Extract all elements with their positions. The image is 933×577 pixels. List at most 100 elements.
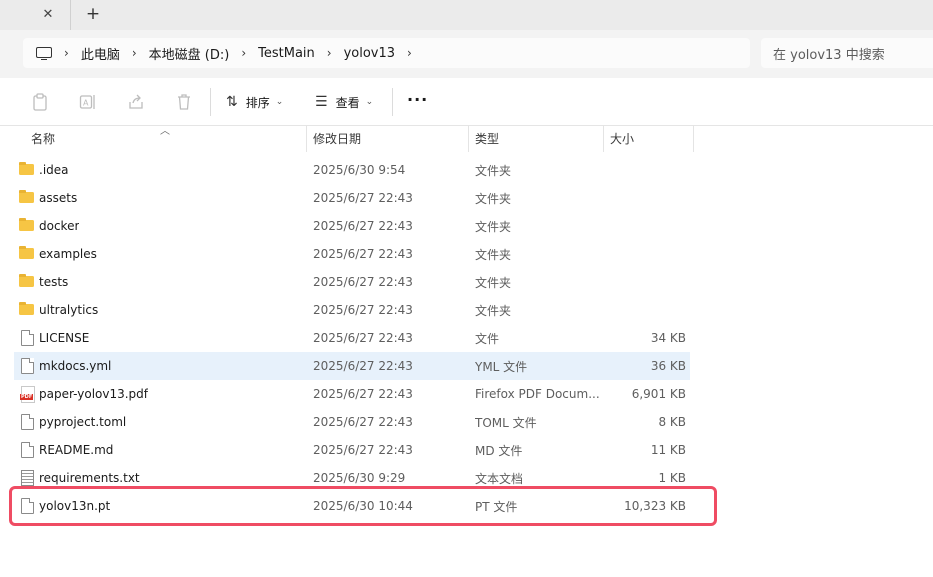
sort-button[interactable]: ⇅ 排序 ⌄ xyxy=(226,90,283,114)
file-modified: 2025/6/30 9:54 xyxy=(313,163,406,177)
chevron-right-icon[interactable]: › xyxy=(407,46,412,60)
address-row: › 此电脑 › 本地磁盘 (D:) › TestMain › yolov13 ›… xyxy=(0,30,933,78)
sort-arrows-icon: ⇅ xyxy=(226,94,238,110)
search-input[interactable]: 在 yolov13 中搜索 xyxy=(761,38,933,68)
file-size xyxy=(604,240,686,268)
chevron-right-icon[interactable]: › xyxy=(327,46,332,60)
file-size: 8 KB xyxy=(658,415,686,429)
breadcrumb-testmain[interactable]: TestMain xyxy=(258,46,315,61)
column-name[interactable]: 名称 xyxy=(31,125,55,152)
file-icon xyxy=(19,414,35,430)
column-type[interactable]: 类型 xyxy=(475,125,499,152)
file-name: paper-yolov13.pdf xyxy=(39,387,149,401)
folder-icon xyxy=(19,302,35,318)
column-divider[interactable] xyxy=(468,125,469,152)
share-icon[interactable] xyxy=(126,92,146,112)
folder-icon xyxy=(19,190,35,206)
file-type: Firefox PDF Docum... xyxy=(475,387,600,401)
file-size xyxy=(604,296,686,324)
file-type: 文件夹 xyxy=(475,219,512,234)
file-size: 36 KB xyxy=(650,359,686,373)
file-name: README.md xyxy=(39,443,114,457)
view-label: 查看 xyxy=(335,95,360,110)
file-type: 文件夹 xyxy=(475,303,512,318)
file-row[interactable]: assets 2025/6/27 22:43 文件夹 xyxy=(14,184,690,212)
file-row[interactable]: paper-yolov13.pdf 2025/6/27 22:43 Firefox … xyxy=(14,380,690,408)
file-row[interactable]: ultralytics 2025/6/27 22:43 文件夹 xyxy=(14,296,690,324)
file-type: 文件夹 xyxy=(475,191,512,206)
file-row[interactable]: docker 2025/6/27 22:43 文件夹 xyxy=(14,212,690,240)
breadcrumb-this-pc[interactable]: 此电脑 xyxy=(81,44,120,63)
delete-icon[interactable] xyxy=(174,92,194,112)
paste-icon[interactable] xyxy=(30,92,50,112)
chevron-right-icon[interactable]: › xyxy=(64,46,69,60)
file-row[interactable]: pyproject.toml 2025/6/27 22:43 TOML 文件 8 KB xyxy=(14,408,690,436)
column-divider[interactable] xyxy=(603,125,604,152)
file-type: 文件 xyxy=(475,331,500,346)
chevron-right-icon[interactable]: › xyxy=(241,46,246,60)
file-icon xyxy=(19,358,35,374)
toolbar-divider xyxy=(392,88,393,116)
column-size[interactable]: 大小 xyxy=(610,125,634,152)
rename-icon[interactable]: A xyxy=(78,92,98,112)
new-tab-button[interactable]: + xyxy=(81,2,105,26)
column-divider[interactable] xyxy=(693,125,694,152)
file-row[interactable]: LICENSE 2025/6/27 22:43 文件 34 KB xyxy=(14,324,690,352)
close-tab-icon[interactable]: ✕ xyxy=(36,3,60,25)
file-size xyxy=(604,268,686,296)
file-modified: 2025/6/27 22:43 xyxy=(313,219,413,233)
text-file-icon xyxy=(19,470,35,486)
chevron-right-icon[interactable]: › xyxy=(132,46,137,60)
column-divider[interactable] xyxy=(306,125,307,152)
breadcrumb-local-disk[interactable]: 本地磁盘 (D:) xyxy=(149,44,230,63)
file-row[interactable]: examples 2025/6/27 22:43 文件夹 xyxy=(14,240,690,268)
file-name: examples xyxy=(39,247,97,261)
more-options-button[interactable]: ··· xyxy=(407,90,428,109)
file-modified: 2025/6/27 22:43 xyxy=(313,331,413,345)
sort-ascending-icon: ︿ xyxy=(160,126,170,137)
address-bar[interactable]: › 此电脑 › 本地磁盘 (D:) › TestMain › yolov13 › xyxy=(23,38,750,68)
folder-icon xyxy=(19,274,35,290)
highlight-annotation xyxy=(9,486,717,526)
file-size: 34 KB xyxy=(650,331,686,345)
file-size xyxy=(604,184,686,212)
breadcrumb-yolov13[interactable]: yolov13 xyxy=(344,46,395,61)
sort-label: 排序 xyxy=(245,95,270,110)
svg-text:A: A xyxy=(83,99,89,108)
file-name: tests xyxy=(39,275,69,289)
file-name: mkdocs.yml xyxy=(39,359,112,373)
tab-divider xyxy=(70,0,71,30)
file-type: 文件夹 xyxy=(475,247,512,262)
file-modified: 2025/6/27 22:43 xyxy=(313,275,413,289)
file-size: 11 KB xyxy=(650,443,686,457)
file-name: ultralytics xyxy=(39,303,99,317)
file-modified: 2025/6/27 22:43 xyxy=(313,443,413,457)
file-icon xyxy=(19,442,35,458)
file-modified: 2025/6/27 22:43 xyxy=(313,387,413,401)
file-row[interactable]: README.md 2025/6/27 22:43 MD 文件 11 KB xyxy=(14,436,690,464)
file-name: docker xyxy=(39,219,80,233)
view-lines-icon: ☰ xyxy=(315,94,328,110)
command-bar: A ⇅ 排序 ⌄ ☰ 查看 ⌄ ··· xyxy=(0,78,933,126)
file-type: 文件夹 xyxy=(475,275,512,290)
file-name: LICENSE xyxy=(39,331,90,345)
file-row[interactable]: tests 2025/6/27 22:43 文件夹 xyxy=(14,268,690,296)
file-size: 6,901 KB xyxy=(631,387,686,401)
tab-strip: ✕ + xyxy=(0,0,933,30)
file-size xyxy=(604,156,686,184)
column-modified[interactable]: 修改日期 xyxy=(313,125,361,152)
toolbar-divider xyxy=(210,88,211,116)
file-modified: 2025/6/27 22:43 xyxy=(313,359,413,373)
file-type: MD 文件 xyxy=(475,443,523,458)
file-size xyxy=(604,212,686,240)
file-name: pyproject.toml xyxy=(39,415,127,429)
view-button[interactable]: ☰ 查看 ⌄ xyxy=(315,90,373,114)
chevron-down-icon: ⌄ xyxy=(365,97,374,107)
file-row[interactable]: .idea 2025/6/30 9:54 文件夹 xyxy=(14,156,690,184)
folder-icon xyxy=(19,218,35,234)
file-row[interactable]: mkdocs.yml 2025/6/27 22:43 YML 文件 36 KB xyxy=(14,352,690,380)
file-modified: 2025/6/27 22:43 xyxy=(313,247,413,261)
file-modified: 2025/6/27 22:43 xyxy=(313,415,413,429)
file-type: TOML 文件 xyxy=(475,415,537,430)
computer-icon[interactable] xyxy=(36,46,52,60)
